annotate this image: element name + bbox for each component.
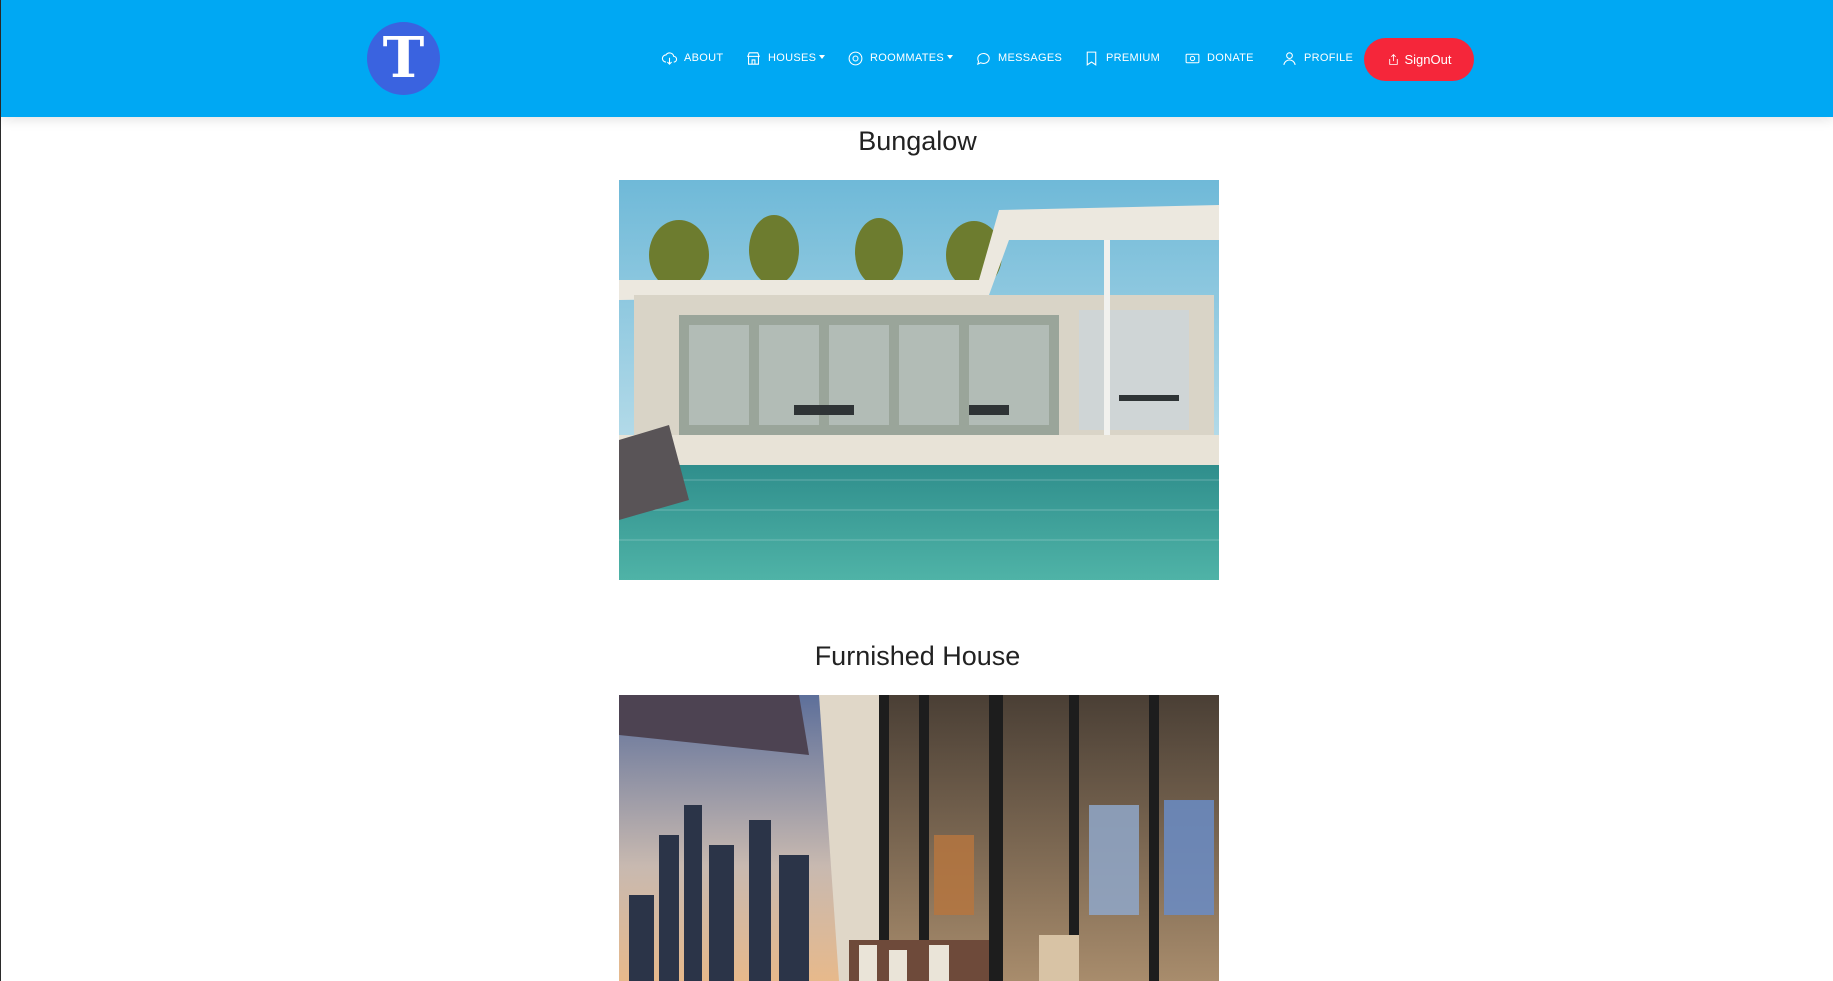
cloud-download-icon	[661, 51, 678, 65]
nav-donate-label: DONATE	[1207, 52, 1254, 64]
signout-label: SignOut	[1404, 52, 1452, 67]
nav-roommates-label: ROOMMATES	[870, 52, 944, 64]
nav-houses[interactable]: HOUSES	[745, 48, 826, 68]
top-navbar: T ABOUT HOUSES ROOMMATES MESSAGES PREMIU…	[1, 0, 1833, 117]
user-icon	[1283, 51, 1296, 65]
nav-messages[interactable]: MESSAGES	[975, 48, 1062, 68]
bungalow-pool-photo[interactable]	[619, 180, 1219, 580]
nav-roommates[interactable]: ROOMMATES	[847, 48, 953, 68]
bookmark-icon	[1086, 51, 1097, 66]
nav-houses-label: HOUSES	[768, 52, 817, 64]
nav-messages-label: MESSAGES	[998, 52, 1063, 64]
nav-profile-label: PROFILE	[1304, 52, 1354, 64]
at-sign-icon	[848, 51, 863, 65]
export-icon	[1388, 54, 1398, 65]
listing-title: Furnished House	[814, 641, 1021, 671]
nav-premium-label: PREMIUM	[1106, 52, 1161, 64]
nav-premium[interactable]: PREMIUM	[1083, 48, 1160, 68]
nav-profile[interactable]: PROFILE	[1281, 48, 1353, 68]
money-icon	[1185, 53, 1200, 63]
nav-donate[interactable]: DONATE	[1184, 48, 1254, 68]
chevron-down-icon	[947, 55, 953, 59]
brand-logo[interactable]: T	[367, 22, 440, 95]
furnished-house-city-view-photo[interactable]	[619, 695, 1219, 981]
storefront-icon	[747, 51, 760, 65]
nav-about-label: ABOUT	[684, 52, 724, 64]
nav-about[interactable]: ABOUT	[661, 48, 723, 68]
chevron-down-icon	[819, 55, 826, 59]
signout-button[interactable]: SignOut	[1364, 38, 1474, 81]
chat-bubble-icon	[977, 52, 990, 65]
listing-title: Bungalow	[858, 126, 977, 156]
